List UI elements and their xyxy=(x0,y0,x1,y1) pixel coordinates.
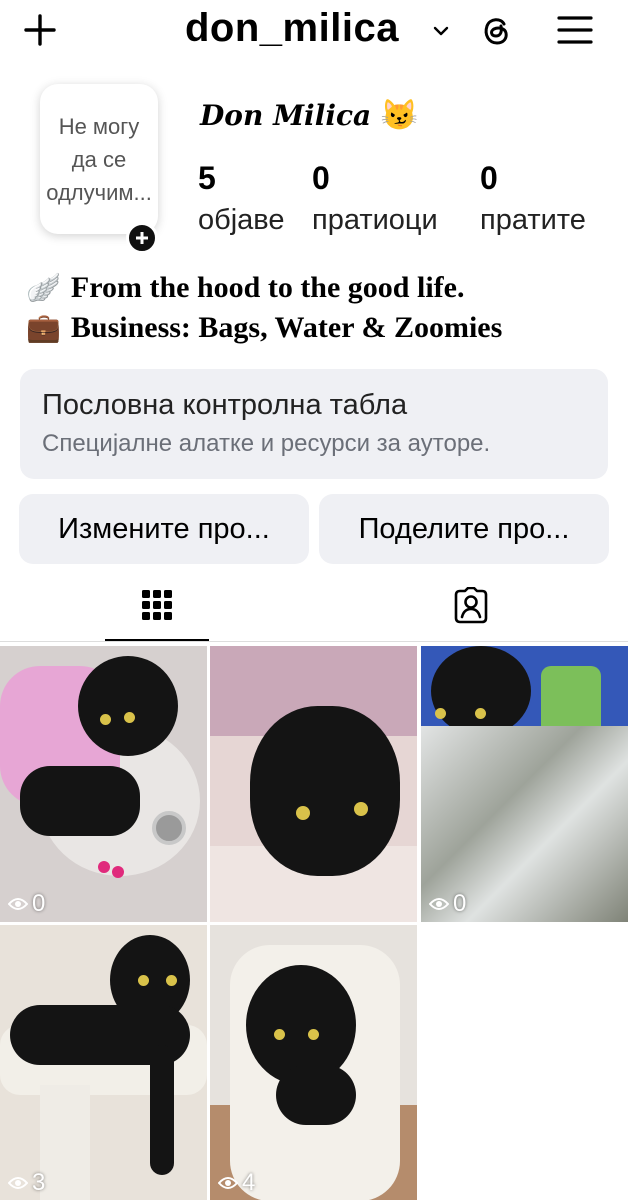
threads-icon[interactable] xyxy=(478,12,514,48)
tab-divider xyxy=(0,641,628,642)
view-count: 0 xyxy=(8,890,45,918)
note-bubble[interactable]: Не могу да се одлучим... xyxy=(40,84,158,234)
chevron-down-icon[interactable] xyxy=(432,22,450,40)
bio-line-text: Business: Bags, Water & Zoomies xyxy=(70,311,503,344)
view-count: 4 xyxy=(218,1169,255,1197)
stat-posts-label: објаве xyxy=(198,204,285,236)
stat-following[interactable]: 0 пратите xyxy=(480,158,586,237)
view-count-text: 0 xyxy=(453,890,467,917)
stat-following-label: пратите xyxy=(480,204,586,236)
edit-profile-button[interactable]: Измените про... xyxy=(19,494,309,564)
stat-followers-value: 0 xyxy=(312,160,330,196)
top-bar: don_milica xyxy=(0,0,628,64)
bio-line: 🪽 From the hood to the good life. xyxy=(26,268,502,308)
eye-icon xyxy=(429,898,449,910)
display-name-emoji: 😼 xyxy=(380,98,419,133)
view-count-text: 4 xyxy=(242,1169,256,1196)
display-name-text: Don Milica xyxy=(200,99,372,132)
note-text: Не могу да се одлучим... xyxy=(46,113,152,205)
dashboard-subtitle: Специјалне алатке и ресурси за ауторе. xyxy=(42,430,491,457)
bio-line-text: From the hood to the good life. xyxy=(70,271,465,304)
bio-line: 💼 Business: Bags, Water & Zoomies xyxy=(26,308,502,348)
eye-icon xyxy=(218,1177,238,1189)
grid-icon xyxy=(142,589,172,620)
post-thumbnail[interactable]: 0 xyxy=(421,646,628,922)
add-story-icon[interactable] xyxy=(126,222,158,254)
view-count-text: 3 xyxy=(32,1169,46,1196)
stat-followers-label: пратиоци xyxy=(312,204,438,236)
briefcase-emoji: 💼 xyxy=(26,311,61,344)
plus-icon[interactable] xyxy=(20,10,60,50)
view-count: 0 xyxy=(429,890,466,918)
view-count-text: 0 xyxy=(32,890,46,917)
stat-posts-value: 5 xyxy=(198,160,216,196)
professional-dashboard[interactable]: Пословна контролна табла Специјалне алат… xyxy=(20,369,608,479)
wing-emoji: 🪽 xyxy=(26,271,61,304)
hamburger-menu-icon[interactable] xyxy=(556,12,594,48)
post-thumbnail[interactable]: 4 xyxy=(210,925,417,1200)
post-thumbnail[interactable]: 0 xyxy=(0,646,207,922)
tagged-person-icon xyxy=(454,587,488,624)
eye-icon xyxy=(8,898,28,910)
post-thumbnail[interactable] xyxy=(210,646,417,922)
display-name: Don Milica 😼 xyxy=(200,98,418,133)
share-profile-button[interactable]: Поделите про... xyxy=(319,494,609,564)
tab-tagged[interactable] xyxy=(419,570,523,642)
dashboard-title: Пословна контролна табла xyxy=(42,389,408,421)
username-title[interactable]: don_milica xyxy=(185,6,399,51)
eye-icon xyxy=(8,1177,28,1189)
bio: 🪽 From the hood to the good life. 💼 Busine… xyxy=(26,268,502,348)
stat-posts[interactable]: 5 објаве xyxy=(198,158,285,237)
stat-followers[interactable]: 0 пратиоци xyxy=(312,158,438,237)
stat-following-value: 0 xyxy=(480,160,498,196)
tab-posts-grid[interactable] xyxy=(105,570,209,642)
view-count: 3 xyxy=(8,1169,45,1197)
post-thumbnail[interactable]: 3 xyxy=(0,925,207,1200)
